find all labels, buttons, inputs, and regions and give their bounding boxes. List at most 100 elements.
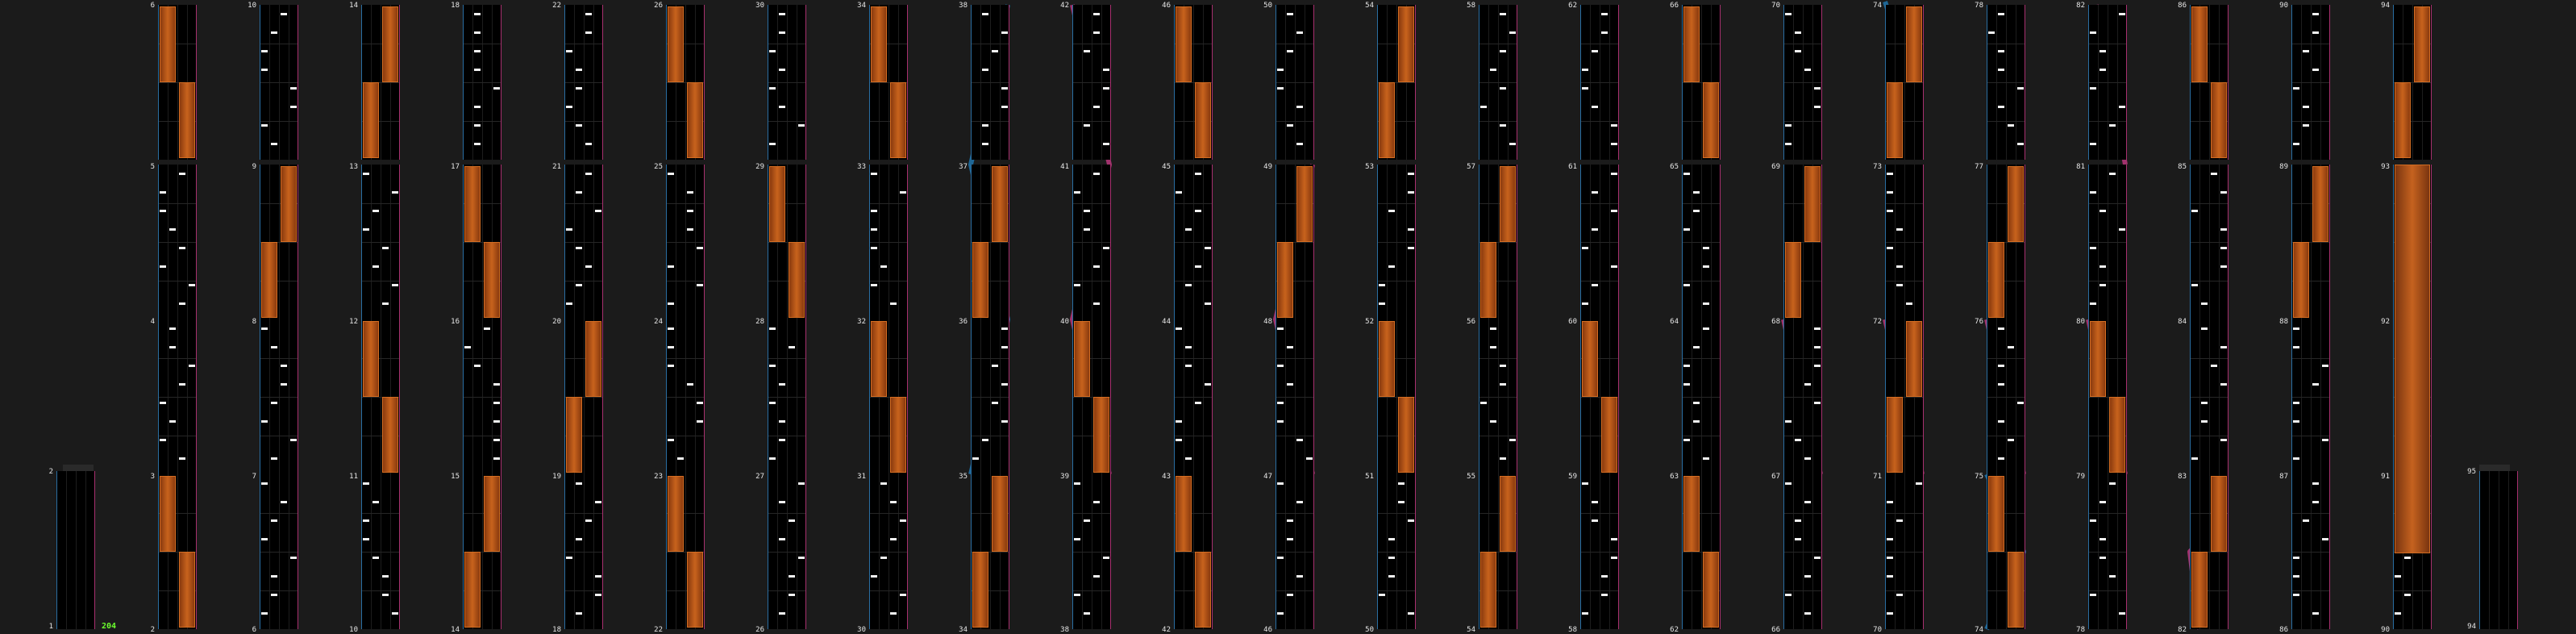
chip-note: [871, 284, 877, 286]
chip-note: [1509, 31, 1516, 34]
chip-note: [1611, 265, 1617, 268]
hold-note: [1988, 476, 2004, 552]
measure-number: 72: [1873, 318, 1882, 326]
hold-note: [281, 166, 297, 242]
chip-note: [1093, 31, 1100, 34]
measure: [1174, 319, 1213, 474]
chip-note: [697, 402, 703, 404]
chip-note: [880, 482, 887, 485]
chip-note: [1296, 575, 1303, 578]
measure-number: 10: [248, 2, 256, 10]
chip-note: [160, 439, 166, 441]
measure: [260, 474, 298, 629]
chip-note: [1176, 420, 1182, 423]
beat-line: [1581, 242, 1618, 243]
chip-note: [1785, 482, 1792, 485]
chip-note: [1785, 143, 1792, 145]
chip-note: [1398, 482, 1405, 485]
chip-note: [1277, 327, 1284, 330]
hold-note: [382, 6, 398, 82]
chip-note: [1287, 50, 1293, 52]
chip-note: [2100, 265, 2106, 268]
measure-number: 78: [2076, 626, 2085, 634]
measure-number: 42: [1162, 626, 1171, 634]
chip-note: [1601, 13, 1608, 15]
hold-note: [668, 6, 684, 82]
chip-note: [1896, 228, 1903, 231]
chip-note: [2220, 247, 2227, 249]
chip-note: [474, 124, 481, 127]
chip-note: [493, 457, 500, 460]
chip-note: [1785, 420, 1792, 423]
chip-note: [1084, 124, 1090, 127]
chip-note: [2109, 575, 2116, 578]
chip-note: [2201, 327, 2208, 330]
chip-note: [871, 247, 877, 249]
measure-number: 84: [2178, 318, 2187, 326]
chip-note: [2119, 13, 2125, 15]
measure-number: 13: [349, 163, 358, 171]
chip-note: [1287, 346, 1293, 348]
chip-note: [1601, 575, 1608, 578]
chip-note: [687, 210, 693, 212]
chip-note: [372, 265, 379, 268]
beat-line: [362, 513, 399, 514]
beat-line: [1479, 397, 1517, 398]
chip-note: [2100, 284, 2106, 286]
beat-line: [1886, 281, 1923, 282]
beat-line: [1276, 82, 1313, 83]
chip-note: [1084, 519, 1090, 522]
chip-note: [789, 346, 795, 348]
chip-note: [566, 50, 572, 52]
measure: [2291, 319, 2330, 474]
chip-note: [1683, 383, 1690, 386]
chip-note: [493, 439, 500, 441]
beat-line: [1378, 552, 1415, 553]
measure-number: 14: [349, 2, 358, 10]
measure-number: 23: [654, 473, 663, 481]
measure-number: 60: [1568, 318, 1577, 326]
measure-number: 34: [959, 626, 968, 634]
chip-note: [2090, 143, 2096, 145]
chip-note: [1296, 31, 1303, 34]
hold-note: [1296, 166, 1313, 242]
chip-note: [2312, 383, 2319, 386]
chip-note: [871, 173, 877, 175]
chip-note: [1379, 284, 1385, 286]
beat-line: [1784, 397, 1821, 398]
beat-line: [768, 82, 805, 83]
measure-number: 17: [451, 163, 460, 171]
chip-note: [1611, 557, 1617, 559]
measure-number: 19: [552, 473, 561, 481]
chip-note: [372, 557, 379, 559]
chip-note: [1785, 594, 1792, 596]
chip-note: [281, 383, 287, 386]
chip-note: [1500, 457, 1506, 460]
chip-note: [382, 302, 389, 305]
hold-note: [789, 242, 805, 318]
chip-note: [2201, 420, 2208, 423]
chip-note: [779, 106, 785, 108]
chip-note: [1093, 302, 1100, 305]
chip-note: [1814, 557, 1821, 559]
hold-note: [1785, 242, 1801, 318]
chip-note: [2293, 143, 2299, 145]
chip-note: [2312, 69, 2319, 71]
chip-note: [1703, 302, 1709, 305]
measure-number: 62: [1568, 2, 1577, 10]
measure-number: 20: [552, 318, 561, 326]
beat-line: [1581, 82, 1618, 83]
chip-note: [1500, 87, 1506, 90]
chip-note: [1074, 594, 1080, 596]
hold-note: [2008, 552, 2024, 628]
chip-note: [1176, 191, 1182, 194]
chip-note: [1998, 457, 2004, 460]
measure-number: 24: [654, 318, 663, 326]
chip-note: [2119, 106, 2125, 108]
measure-number: 3: [150, 473, 155, 481]
measure: [768, 319, 806, 474]
beat-line: [159, 242, 196, 243]
chip-note: [2191, 284, 2198, 286]
hold-note: [1906, 321, 1922, 397]
beat-line: [260, 397, 298, 398]
